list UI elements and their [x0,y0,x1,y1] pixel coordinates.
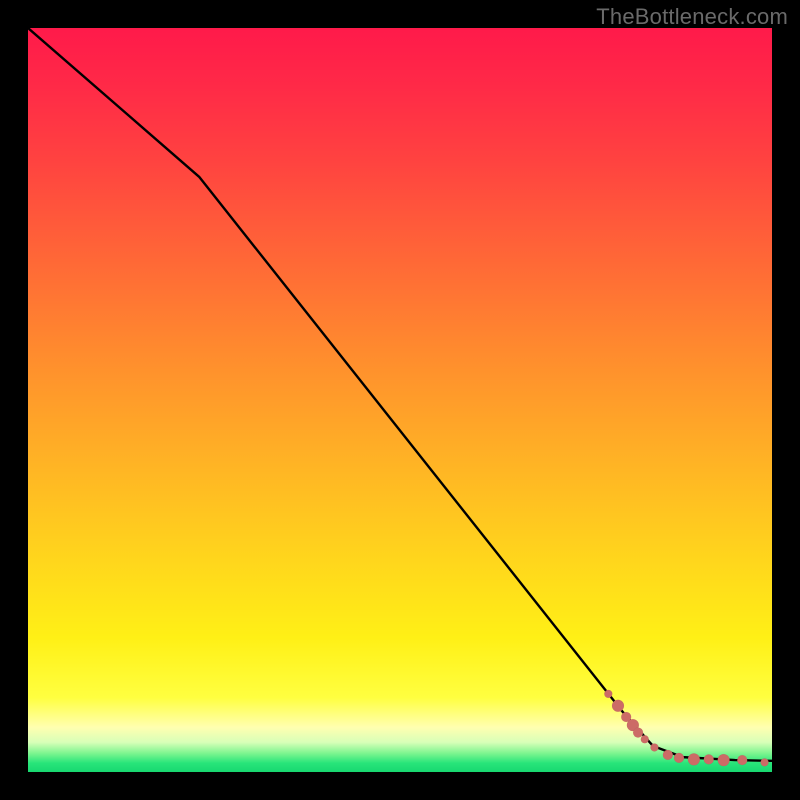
attribution-text: TheBottleneck.com [596,4,788,30]
plot-background [28,28,772,772]
chart-canvas: TheBottleneck.com [0,0,800,800]
